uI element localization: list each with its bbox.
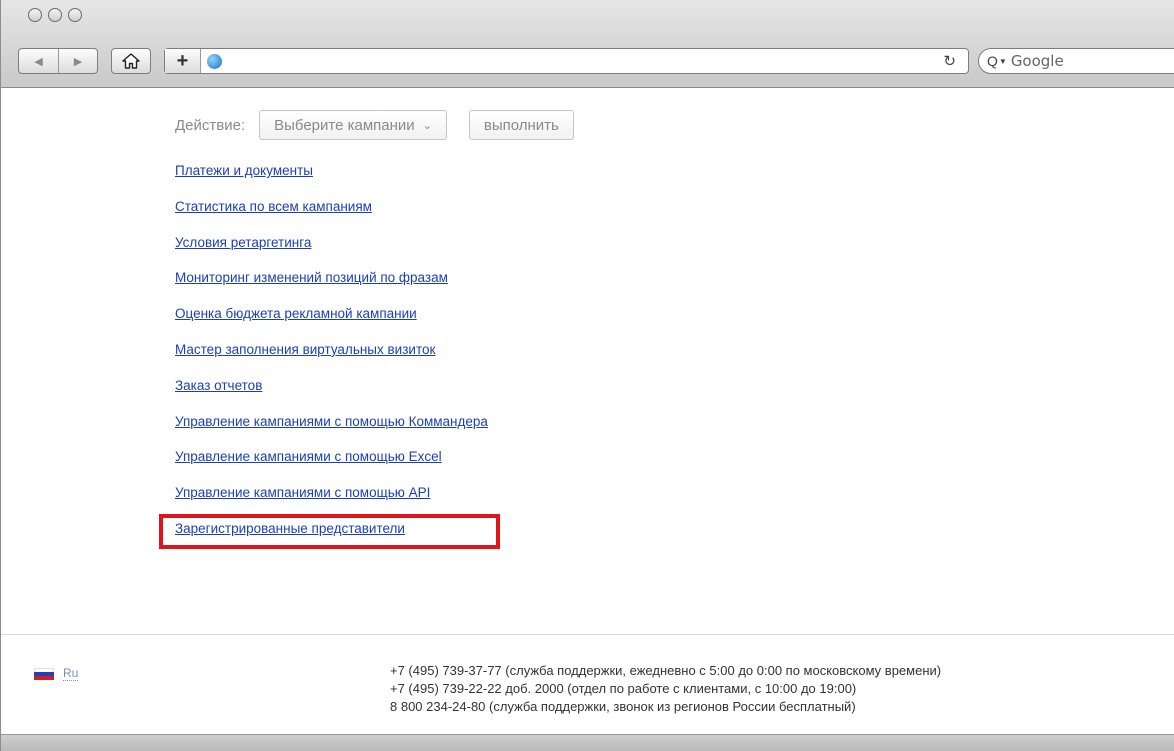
api-management-link[interactable]: Управление кампаниями с помощью API <box>175 485 430 500</box>
list-item: Заказ отчетов <box>175 377 488 413</box>
plus-icon: + <box>176 49 189 72</box>
search-placeholder: Google <box>1010 52 1064 70</box>
add-bookmark-button[interactable]: + <box>165 49 201 73</box>
client-department-phone-line: +7 (495) 739-22-22 доб. 2000 (отдел по р… <box>390 681 857 696</box>
russia-flag-icon <box>34 667 54 680</box>
excel-management-link[interactable]: Управление кампаниями с помощью Excel <box>175 449 442 464</box>
all-campaigns-statistics-link[interactable]: Статистика по всем кампаниям <box>175 199 372 214</box>
action-bar: Действие: Выберите кампании ⌄ выполнить <box>175 110 574 140</box>
support-phone-line: +7 (495) 739-37-77 (служба поддержки, еж… <box>390 663 942 678</box>
list-item: Условия ретаргетинга <box>175 234 488 270</box>
list-item: Мастер заполнения виртуальных визиток <box>175 341 488 377</box>
campaign-select-value: Выберите кампании <box>274 116 415 134</box>
back-forward-group: ◀ ▶ <box>18 48 98 74</box>
close-window-button[interactable] <box>28 8 42 22</box>
list-item: Оценка бюджета рекламной кампании <box>175 305 488 341</box>
payments-documents-link[interactable]: Платежи и документы <box>175 163 313 178</box>
search-engine-logo: Q <box>987 53 998 69</box>
status-bar <box>1 734 1174 751</box>
footer-divider <box>1 634 1174 635</box>
execute-button-label: выполнить <box>483 116 559 134</box>
list-item: Мониторинг изменений позиций по фразам <box>175 269 488 305</box>
forward-arrow-icon: ▶ <box>73 55 83 68</box>
list-item: Управление кампаниями с помощью Комманде… <box>175 413 488 449</box>
reload-icon[interactable]: ↻ <box>943 52 956 70</box>
chevron-down-icon: ⌄ <box>422 119 432 132</box>
language-label[interactable]: Ru <box>63 666 79 681</box>
execute-button[interactable]: выполнить <box>468 110 574 140</box>
globe-icon <box>207 53 222 69</box>
home-icon <box>122 53 140 69</box>
chevron-down-icon[interactable]: ▼ <box>999 57 1007 66</box>
commander-management-link[interactable]: Управление кампаниями с помощью Комманде… <box>175 414 488 429</box>
free-hotline-phone-line: 8 800 234-24-80 (служба поддержки, звоно… <box>390 699 856 714</box>
retargeting-conditions-link[interactable]: Условия ретаргетинга <box>175 235 311 250</box>
action-label: Действие: <box>175 116 246 134</box>
zoom-window-button[interactable] <box>68 8 82 22</box>
support-contacts: +7 (495) 739-37-77 (служба поддержки, еж… <box>390 662 941 716</box>
language-switcher[interactable]: Ru <box>34 666 79 681</box>
home-button[interactable] <box>111 48 151 74</box>
address-bar[interactable]: + ↻ <box>164 48 969 74</box>
position-monitoring-link[interactable]: Мониторинг изменений позиций по фразам <box>175 270 448 285</box>
page-content: Действие: Выберите кампании ⌄ выполнить … <box>1 89 1174 734</box>
order-reports-link[interactable]: Заказ отчетов <box>175 378 262 393</box>
search-field[interactable]: Q ▼ Google <box>978 48 1174 74</box>
browser-window: ◀ ▶ + ↻ Q ▼ Google Действие: Выберите ка… <box>0 0 1174 751</box>
window-controls <box>28 8 82 22</box>
budget-estimate-link[interactable]: Оценка бюджета рекламной кампании <box>175 306 417 321</box>
browser-toolbar: ◀ ▶ + ↻ Q ▼ Google <box>1 0 1174 88</box>
list-item: Управление кампаниями с помощью Excel <box>175 448 488 484</box>
virtual-cards-wizard-link[interactable]: Мастер заполнения виртуальных визиток <box>175 342 435 357</box>
forward-button[interactable]: ▶ <box>57 49 97 73</box>
campaign-select[interactable]: Выберите кампании ⌄ <box>259 110 447 140</box>
tools-link-list: Платежи и документы Статистика по всем к… <box>175 162 488 556</box>
back-button[interactable]: ◀ <box>19 49 58 73</box>
back-arrow-icon: ◀ <box>34 55 43 68</box>
list-item: Статистика по всем кампаниям <box>175 198 488 234</box>
minimize-window-button[interactable] <box>48 8 62 22</box>
highlight-frame <box>159 514 500 549</box>
list-item: Платежи и документы <box>175 162 488 198</box>
